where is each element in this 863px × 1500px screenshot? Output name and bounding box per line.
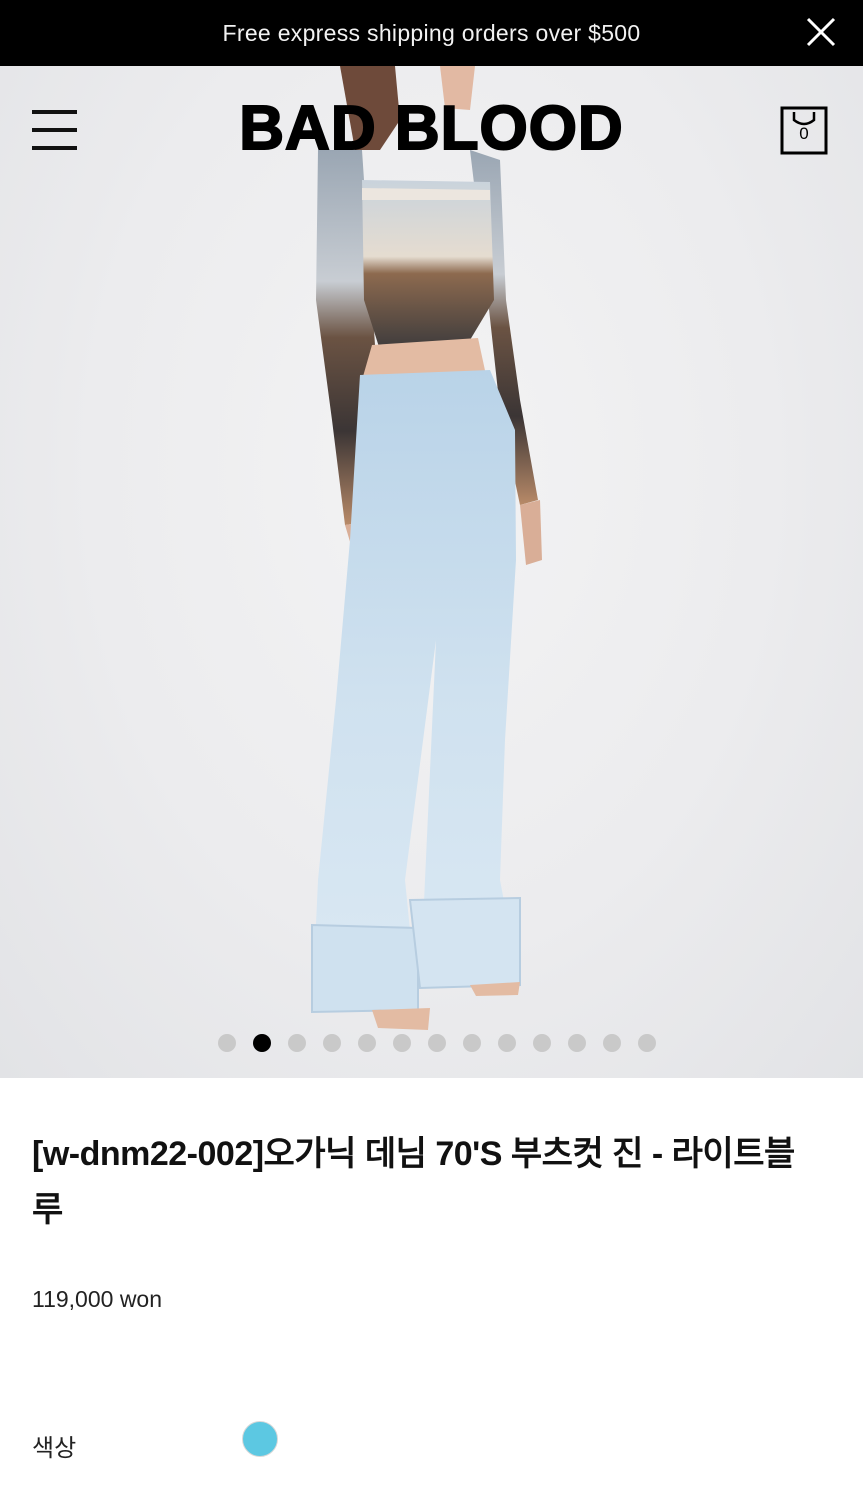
carousel-dots — [218, 1034, 656, 1052]
close-icon[interactable] — [803, 14, 839, 50]
carousel-dot[interactable] — [498, 1034, 516, 1052]
promo-text: Free express shipping orders over $500 — [222, 19, 641, 46]
product-image[interactable] — [0, 66, 863, 1078]
carousel-dot[interactable] — [463, 1034, 481, 1052]
product-title: [w-dnm22-002]오가닉 데님 70'S 부츠컷 진 - 라이트블루 — [32, 1135, 795, 1229]
cart-button[interactable]: 0 — [780, 106, 828, 156]
cart-count: 0 — [799, 124, 809, 143]
carousel-dot[interactable] — [288, 1034, 306, 1052]
color-label: 색상 — [32, 1435, 77, 1462]
carousel-dot[interactable] — [253, 1034, 271, 1052]
brand-logo[interactable]: BAD BLOOD — [0, 93, 863, 164]
carousel-dot[interactable] — [218, 1034, 236, 1052]
carousel-dot[interactable] — [603, 1034, 621, 1052]
carousel-dot[interactable] — [358, 1034, 376, 1052]
carousel-dot[interactable] — [638, 1034, 656, 1052]
promo-bar: Free express shipping orders over $500 — [0, 0, 863, 66]
carousel-dot[interactable] — [428, 1034, 446, 1052]
product-price: 119,000 won — [32, 1286, 163, 1312]
carousel-dot[interactable] — [533, 1034, 551, 1052]
model-photo — [311, 66, 542, 1030]
carousel-dot[interactable] — [323, 1034, 341, 1052]
carousel-dot[interactable] — [568, 1034, 586, 1052]
color-swatch-light-blue[interactable] — [242, 1421, 278, 1457]
carousel-dot[interactable] — [393, 1034, 411, 1052]
